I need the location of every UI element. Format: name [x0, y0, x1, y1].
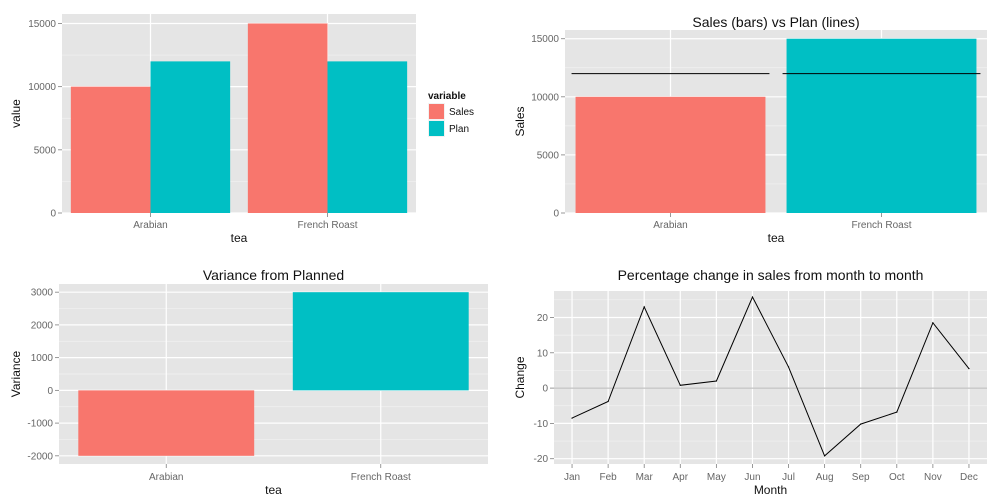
bar-variance-french-roast	[292, 292, 469, 391]
x-tick-label: May	[707, 472, 726, 483]
x-tick-label: French Roast	[297, 220, 357, 231]
x-tick-label: French Roast	[851, 220, 911, 231]
x-tick-label: Arabian	[149, 472, 183, 483]
x-axis-title: Month	[754, 483, 787, 497]
y-tick-label: -10	[534, 419, 549, 430]
y-tick-label: 10000	[531, 92, 559, 103]
bar-sales-french-roast	[247, 23, 328, 213]
y-tick-label: 3000	[31, 288, 54, 299]
data-point-sep	[860, 423, 862, 425]
x-axis-title: tea	[768, 231, 785, 245]
y-axis-title: value	[9, 99, 23, 128]
x-tick-label: Nov	[924, 472, 942, 483]
x-tick-label: Arabian	[653, 220, 687, 231]
data-point-mar	[643, 306, 645, 308]
data-point-nov	[932, 322, 934, 324]
x-tick-label: Feb	[600, 472, 618, 483]
data-point-jan	[571, 417, 573, 419]
y-axis-title: Sales	[513, 106, 527, 136]
x-tick-label: Arabian	[133, 220, 167, 231]
y-tick-label: 0	[553, 209, 559, 220]
x-tick-label: Oct	[889, 472, 905, 483]
data-point-may	[715, 380, 717, 382]
y-tick-label: 5000	[537, 150, 560, 161]
data-point-apr	[679, 384, 681, 386]
bar-sales-french-roast	[786, 38, 977, 213]
data-point-dec	[968, 368, 970, 370]
data-point-jul	[787, 366, 790, 368]
data-point-aug	[824, 455, 826, 457]
y-tick-label: 1000	[31, 353, 54, 364]
legend-label-plan: Plan	[449, 124, 469, 135]
x-tick-label: Aug	[816, 472, 834, 483]
legend-swatch-plan	[429, 121, 444, 136]
x-tick-label: Dec	[960, 472, 978, 483]
y-tick-label: 20	[537, 313, 549, 324]
data-point-feb	[607, 400, 609, 403]
bar-plan-french-roast	[327, 61, 408, 213]
chart-title: Variance from Planned	[203, 267, 344, 283]
x-tick-label: Apr	[673, 472, 689, 483]
chart-4: -20 -10 0 10 20 Jan Feb Mar Apr May Jun Jul Aug Sep Oc…	[513, 267, 987, 497]
y-tick-label: -1000	[27, 419, 53, 430]
chart-2: 0 5000 10000 15000 Arabian French Roast Sales …	[513, 14, 987, 245]
x-tick-label: Jan	[564, 472, 580, 483]
y-tick-label: 10000	[28, 82, 56, 93]
y-tick-label: 5000	[34, 145, 57, 156]
chart-3: -2000 -1000 0 1000 2000 3000 Arabian French Roa…	[9, 267, 488, 497]
legend-title: variable	[428, 91, 466, 102]
y-tick-label: 0	[47, 386, 53, 397]
bar-sales-arabian	[575, 96, 766, 213]
charts-canvas: 050001000015000Arabian French Roastteaval…	[9, 14, 987, 497]
bar-sales-arabian	[70, 86, 151, 213]
x-tick-label: Sep	[852, 472, 870, 483]
bar-plan-arabian	[150, 61, 231, 213]
y-tick-label: 0	[542, 384, 548, 395]
legend-swatch-sales	[429, 104, 444, 119]
y-axis-title: Variance	[9, 350, 23, 397]
legend-label-sales: Sales	[449, 107, 474, 118]
x-tick-label: French Roast	[351, 472, 411, 483]
y-tick-label: 0	[50, 209, 56, 220]
data-point-oct	[896, 411, 898, 413]
x-tick-label: Jul	[782, 472, 795, 483]
y-tick-label: 15000	[531, 34, 559, 45]
chart-title: Percentage change in sales from month to…	[618, 267, 924, 283]
bar-variance-arabian	[78, 390, 255, 456]
x-tick-label: Mar	[636, 472, 654, 483]
y-tick-label: -20	[534, 454, 549, 465]
chart-1: 0 5000 10000 15000 Arabian French Roast tea val…	[9, 14, 474, 245]
y-axis-title: Change	[513, 356, 527, 398]
y-tick-label: 2000	[31, 320, 54, 331]
x-axis-title: tea	[265, 483, 282, 497]
data-point-jun	[751, 296, 754, 298]
y-tick-label: 10	[537, 348, 549, 359]
chart-title: Sales (bars) vs Plan (lines)	[692, 14, 859, 30]
x-tick-label: Jun	[744, 472, 760, 483]
x-axis-title: tea	[231, 231, 248, 245]
y-tick-label: -2000	[27, 451, 53, 462]
y-tick-label: 15000	[28, 19, 56, 30]
